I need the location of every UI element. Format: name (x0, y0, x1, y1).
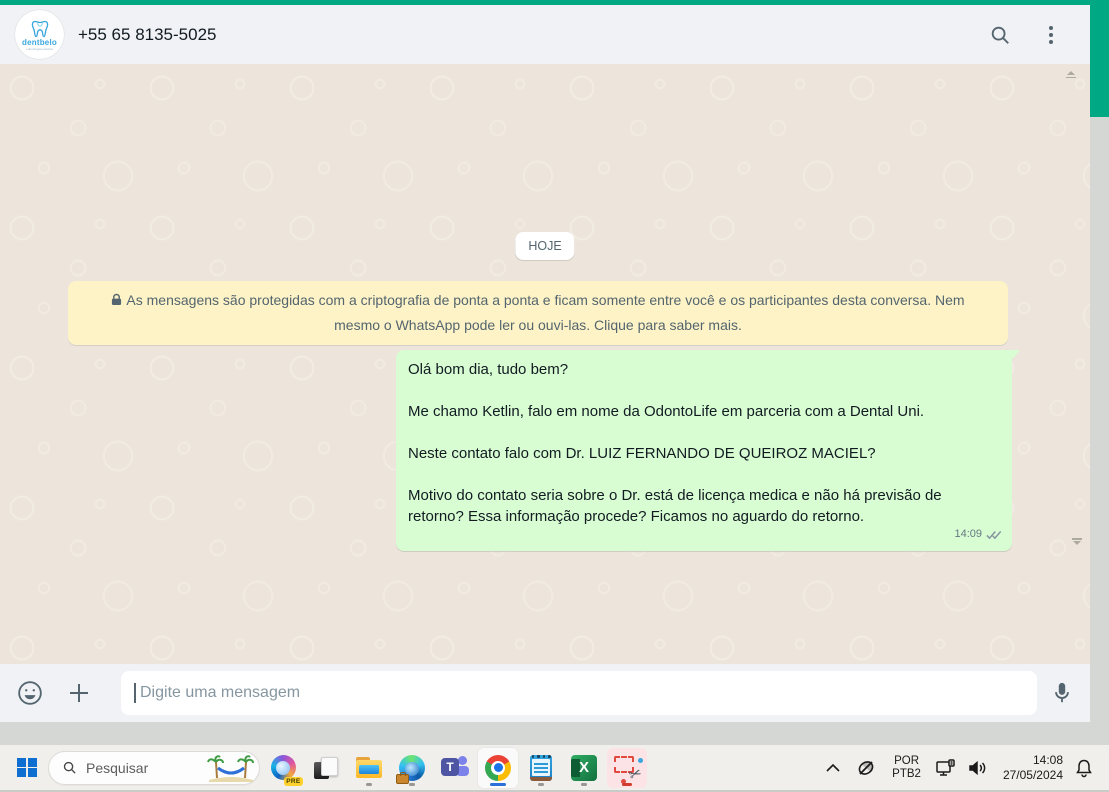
message-paragraph: Me chamo Ketlin, falo em nome da OdontoL… (408, 403, 925, 420)
taskbar-icon-copilot[interactable]: PRE (263, 748, 303, 788)
network-icon[interactable] (935, 758, 957, 778)
header-actions (989, 24, 1075, 46)
taskbar-search[interactable]: Pesquisar (48, 750, 260, 785)
attach-plus-icon[interactable] (67, 681, 91, 705)
taskbar-icon-notepad[interactable] (521, 748, 561, 788)
running-indicator (581, 782, 587, 786)
notepad-icon (530, 754, 552, 781)
windows-taskbar: Pesquisar PRE T X ✂ POR PTB2 14:08 27/05… (0, 745, 1109, 792)
double-check-icon (986, 530, 1002, 539)
windows-logo-icon (17, 757, 37, 778)
tooth-logo-icon (31, 20, 48, 37)
language-line2: PTB2 (892, 767, 921, 780)
bubble-tail (1012, 350, 1020, 359)
running-indicator (409, 782, 415, 786)
encryption-notice-text: As mensagens são protegidas com a cripto… (126, 292, 965, 333)
whatsapp-window: dentbelo odontologia estetica +55 65 813… (0, 5, 1090, 722)
mic-icon[interactable] (1051, 681, 1073, 705)
search-highlight-beach-image (207, 754, 254, 782)
copilot-pre-badge: PRE (283, 776, 303, 786)
search-icon[interactable] (989, 24, 1011, 46)
taskbar-icon-teams[interactable]: T (435, 748, 475, 788)
task-view-icon (314, 756, 338, 780)
excel-icon: X (571, 754, 597, 781)
date-divider: HOJE (515, 232, 575, 260)
work-profile-badge-icon (396, 771, 409, 784)
taskbar-icon-task-view[interactable] (306, 748, 346, 788)
message-meta: 14:09 (954, 524, 1002, 545)
encryption-notice-banner[interactable]: As mensagens são protegidas com a cripto… (68, 281, 1008, 345)
tray-date: 27/05/2024 (1002, 767, 1063, 782)
teams-icon: T (441, 755, 469, 780)
clock[interactable]: 14:08 27/05/2024 (1003, 753, 1063, 783)
message-paragraph: Olá bom dia, tudo bem? (408, 361, 569, 378)
message-bubble[interactable]: Olá bom dia, tudo bem? Me chamo Ketlin, … (396, 350, 1020, 551)
notification-bell-icon[interactable] (1075, 758, 1093, 778)
message-time: 14:09 (954, 528, 982, 540)
scroll-up-arrow[interactable] (1066, 71, 1076, 78)
chat-area: HOJE As mensagens são protegidas com a c… (0, 64, 1090, 664)
chrome-icon (485, 754, 511, 781)
start-button[interactable] (10, 751, 44, 785)
active-indicator (490, 782, 506, 786)
hidden-icons-chevron[interactable] (826, 763, 840, 772)
text-caret (134, 683, 136, 703)
menu-kebab-icon[interactable] (1049, 25, 1053, 44)
snipping-tool-icon: ✂ (614, 755, 645, 784)
taskbar-icon-snipping-tool[interactable]: ✂ (607, 747, 647, 788)
language-indicator[interactable]: POR PTB2 (892, 755, 921, 781)
contact-avatar[interactable]: dentbelo odontologia estetica (15, 10, 64, 59)
search-icon (63, 761, 76, 774)
message-input-wrap (121, 671, 1037, 715)
search-placeholder: Pesquisar (86, 759, 149, 776)
running-indicator (366, 782, 372, 786)
taskbar-icon-file-explorer[interactable] (349, 748, 389, 788)
avatar-brand-text: dentbelo (22, 37, 57, 47)
emoji-icon[interactable] (17, 680, 43, 706)
message-paragraph: Motivo do contato seria sobre o Dr. está… (408, 487, 942, 525)
contact-name[interactable]: +55 65 8135-5025 (78, 25, 217, 45)
volume-icon[interactable] (967, 758, 989, 778)
composer-bar (0, 664, 1090, 722)
language-line1: POR (894, 754, 920, 767)
system-tray: POR PTB2 14:08 27/05/2024 (826, 753, 1099, 783)
active-indicator (622, 782, 632, 786)
taskbar-icon-edge[interactable] (392, 748, 432, 788)
tray-time: 14:08 (1032, 752, 1063, 767)
running-indicator (538, 782, 544, 786)
message-paragraph: Neste contato falo com Dr. LUIZ FERNANDO… (408, 445, 876, 462)
scroll-down-arrow[interactable] (1072, 538, 1082, 545)
avatar-brand-subtext: odontologia estetica (26, 46, 53, 51)
file-explorer-icon (356, 756, 382, 779)
muted-mic-icon[interactable] (856, 758, 876, 778)
taskbar-icon-chrome[interactable] (478, 747, 518, 788)
taskbar-icon-excel[interactable]: X (564, 748, 604, 788)
chat-header: dentbelo odontologia estetica +55 65 813… (0, 5, 1090, 64)
message-input[interactable] (121, 671, 1037, 715)
lock-icon (111, 290, 122, 314)
outgoing-message-row: Olá bom dia, tudo bem? Me chamo Ketlin, … (396, 350, 1020, 551)
